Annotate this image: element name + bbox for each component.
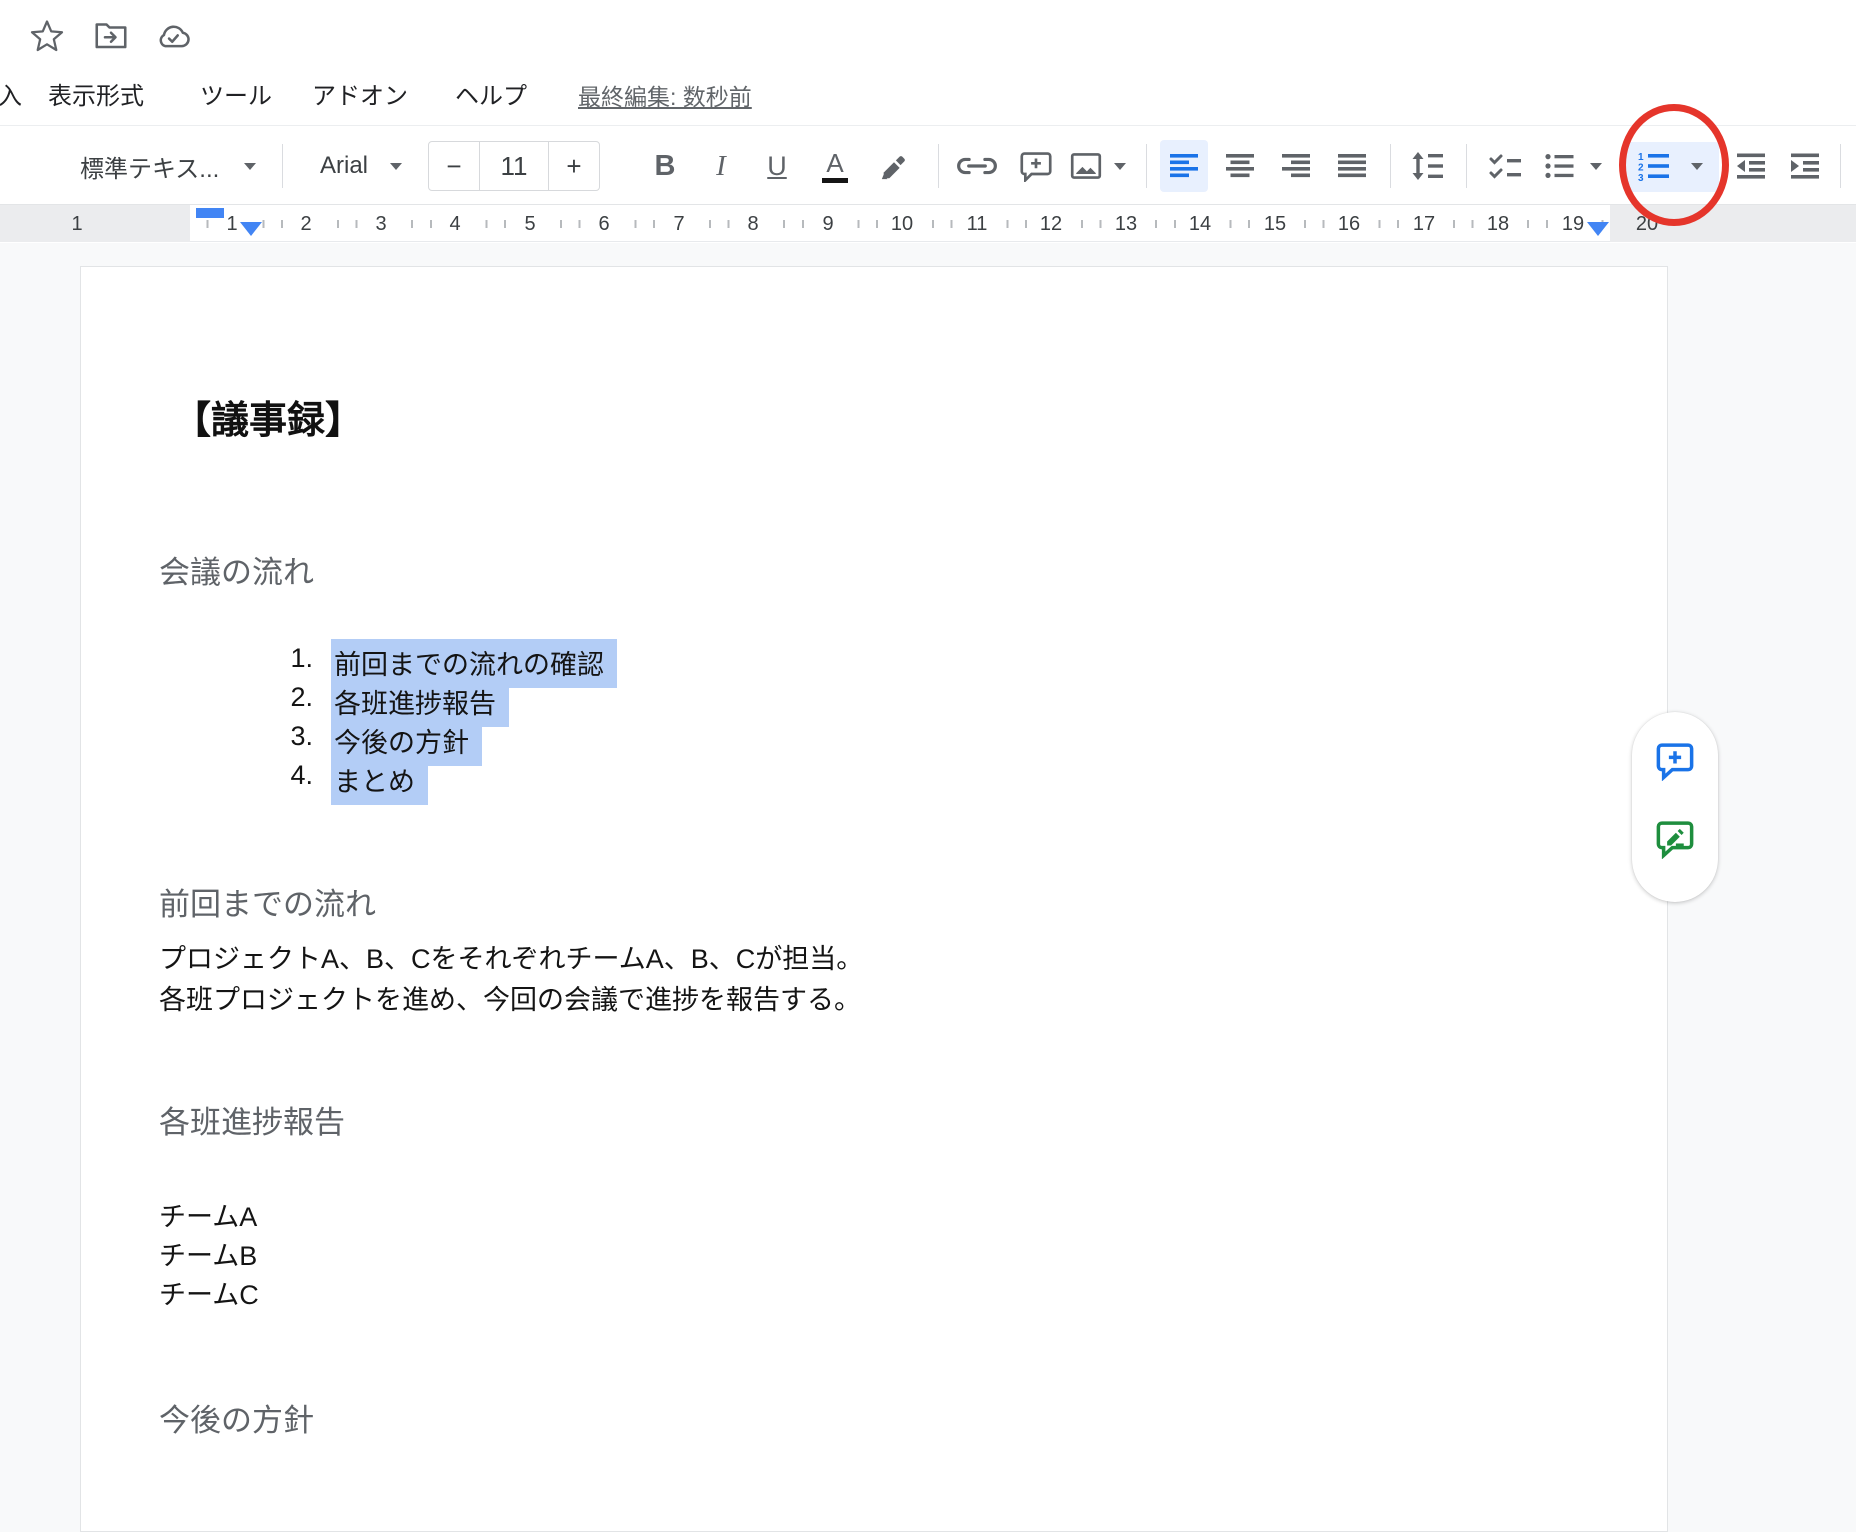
list-item-selected[interactable]: まとめ: [331, 756, 428, 805]
menu-format[interactable]: 表示形式: [48, 80, 144, 114]
font-family-select[interactable]: Arial: [320, 140, 440, 192]
ruler-number: 3: [366, 212, 396, 236]
align-center-button[interactable]: [1216, 140, 1264, 192]
doc-title[interactable]: 【議事録】: [173, 389, 363, 444]
ruler-number: 6: [589, 212, 619, 236]
move-folder-icon[interactable]: [90, 14, 132, 56]
paragraph-style-select[interactable]: 標準テキス...: [80, 140, 230, 192]
text-color-button[interactable]: A: [810, 140, 860, 192]
text-color-swatch: [822, 178, 848, 183]
insert-link-icon[interactable]: [948, 140, 1006, 192]
ruler-number: 2: [291, 212, 321, 236]
left-indent-marker[interactable]: [240, 222, 262, 236]
ruler-number: 14: [1185, 212, 1215, 236]
insert-image-icon[interactable]: [1062, 140, 1110, 192]
font-size-group: − 11 +: [428, 141, 600, 191]
cloud-saved-icon[interactable]: [152, 14, 194, 56]
checklist-button[interactable]: [1478, 140, 1532, 192]
paragraph-style-value: 標準テキス...: [80, 149, 219, 184]
bold-button[interactable]: B: [640, 140, 690, 192]
heading-next[interactable]: 今後の方針: [159, 1395, 314, 1440]
ruler-number: 1: [62, 212, 92, 236]
suggest-edit-fab-icon[interactable]: [1653, 816, 1697, 860]
menu-tools[interactable]: ツール: [200, 80, 272, 114]
toolbar-divider: [1390, 144, 1391, 188]
bulleted-list-button[interactable]: [1536, 140, 1582, 192]
ruler-number: 16: [1334, 212, 1364, 236]
ruler-number: 5: [515, 212, 545, 236]
ruler-number: 18: [1483, 212, 1513, 236]
menu-bar: 入 表示形式 ツール アドオン ヘルプ 最終編集: 数秒前: [0, 80, 1856, 116]
increase-font-size-button[interactable]: +: [549, 142, 599, 190]
list-number[interactable]: 3.: [269, 721, 313, 752]
ruler-number: 11: [962, 212, 992, 236]
paragraph-style-arrow-icon[interactable]: [238, 140, 262, 192]
line-spacing-icon[interactable]: [1400, 140, 1454, 192]
bulleted-list-arrow-icon[interactable]: [1584, 140, 1608, 192]
ruler-number: 13: [1111, 212, 1141, 236]
team-line[interactable]: チームB: [159, 1234, 257, 1273]
comment-action-pill: [1632, 712, 1718, 902]
horizontal-ruler: 1 1 2 3 4 5 6 7 8 9 10 11 12 13 14 15 16…: [0, 205, 1856, 242]
font-family-arrow-icon[interactable]: [384, 140, 408, 192]
toolbar-divider: [1466, 144, 1467, 188]
font-family-value: Arial: [320, 152, 368, 180]
body-line[interactable]: プロジェクトA、B、CをそれぞれチームA、B、Cが担当。: [159, 937, 863, 976]
list-number[interactable]: 2.: [269, 682, 313, 713]
heading-agenda[interactable]: 会議の流れ: [159, 547, 314, 592]
star-icon[interactable]: [26, 14, 68, 56]
first-line-indent-marker[interactable]: [196, 208, 224, 218]
increase-indent-button[interactable]: [1780, 140, 1830, 192]
ruler-number: 8: [738, 212, 768, 236]
add-comment-icon[interactable]: [1010, 140, 1062, 192]
decrease-indent-button[interactable]: [1726, 140, 1776, 192]
ruler-left-margin: [0, 205, 190, 242]
ruler-number: 4: [440, 212, 470, 236]
toolbar-divider: [938, 144, 939, 188]
toolbar-divider: [282, 144, 283, 188]
menu-addons[interactable]: アドオン: [312, 80, 408, 114]
heading-previous[interactable]: 前回までの流れ: [159, 879, 376, 924]
italic-button[interactable]: I: [696, 140, 746, 192]
menu-help[interactable]: ヘルプ: [455, 80, 527, 114]
highlight-color-button[interactable]: [868, 140, 920, 192]
ruler-number: 9: [813, 212, 843, 236]
list-number[interactable]: 1.: [269, 643, 313, 674]
toolbar-divider: [1840, 144, 1841, 188]
app-header: 入 表示形式 ツール アドオン ヘルプ 最終編集: 数秒前: [0, 0, 1856, 125]
heading-report[interactable]: 各班進捗報告: [159, 1097, 345, 1142]
document-page[interactable]: 【議事録】 会議の流れ 1. 前回までの流れの確認 2. 各班進捗報告 3. 今…: [80, 266, 1668, 1532]
menu-insert-partial[interactable]: 入: [0, 80, 22, 114]
font-size-value[interactable]: 11: [479, 142, 549, 190]
ruler-number: 12: [1036, 212, 1066, 236]
underline-button[interactable]: U: [752, 140, 802, 192]
team-line[interactable]: チームC: [159, 1273, 259, 1312]
ruler-number: 19: [1558, 212, 1588, 236]
document-canvas: 【議事録】 会議の流れ 1. 前回までの流れの確認 2. 各班進捗報告 3. 今…: [0, 243, 1856, 1532]
add-comment-fab-icon[interactable]: [1653, 738, 1697, 782]
last-edit-link[interactable]: 最終編集: 数秒前: [578, 80, 752, 114]
formatting-toolbar: 標準テキス... Arial − 11 + B I U A: [0, 125, 1856, 205]
align-right-button[interactable]: [1272, 140, 1320, 192]
align-left-button[interactable]: [1160, 140, 1208, 192]
decrease-font-size-button[interactable]: −: [429, 142, 479, 190]
body-line[interactable]: 各班プロジェクトを進め、今回の会議で進捗を報告する。: [159, 978, 861, 1017]
toolbar-divider: [1146, 144, 1147, 188]
list-number[interactable]: 4.: [269, 760, 313, 791]
justify-button[interactable]: [1328, 140, 1376, 192]
ruler-number: 7: [664, 212, 694, 236]
ruler-number: 10: [887, 212, 917, 236]
right-indent-marker[interactable]: [1587, 222, 1609, 236]
team-line[interactable]: チームA: [159, 1195, 257, 1234]
ruler-number: 15: [1260, 212, 1290, 236]
annotation-red-circle: [1619, 104, 1729, 226]
ruler-number: 17: [1409, 212, 1439, 236]
insert-image-arrow-icon[interactable]: [1108, 140, 1132, 192]
